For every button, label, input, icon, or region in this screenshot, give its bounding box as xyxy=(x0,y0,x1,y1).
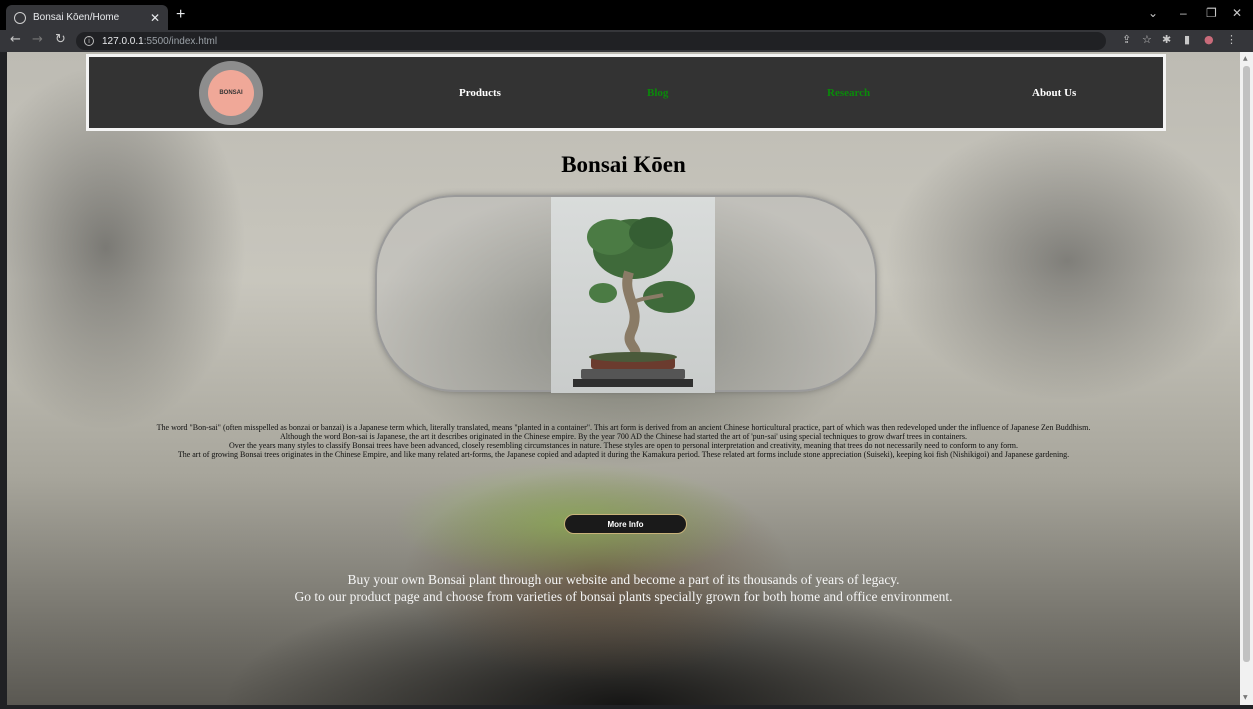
nav-link-about-us[interactable]: About Us xyxy=(1032,87,1076,99)
page-scrollbar[interactable]: ▲ ▼ xyxy=(1240,52,1253,705)
bonsai-photo xyxy=(551,197,715,393)
new-tab-icon[interactable]: + xyxy=(176,6,185,24)
side-panel-icon[interactable]: ▮ xyxy=(1184,33,1190,46)
bonsai-tree-illustration xyxy=(573,217,695,387)
intro-paragraph: Over the years many styles to classify B… xyxy=(228,441,1019,450)
logo-text: BONSAI xyxy=(208,70,254,116)
cta-line: Buy your own Bonsai plant through our we… xyxy=(347,572,900,587)
site-info-icon[interactable]: i xyxy=(84,36,94,46)
restore-icon[interactable]: ❐ xyxy=(1206,6,1217,20)
window-close-icon[interactable]: ✕ xyxy=(1232,6,1242,20)
back-icon[interactable]: ← xyxy=(10,32,21,47)
scrollbar-thumb[interactable] xyxy=(1243,66,1250,662)
site-logo[interactable]: BONSAI xyxy=(199,61,263,125)
tab-close-icon[interactable]: ✕ xyxy=(150,11,160,25)
scroll-up-icon[interactable]: ▲ xyxy=(1243,55,1248,62)
minimize-icon[interactable]: – xyxy=(1180,6,1187,20)
share-icon[interactable]: ⇪ xyxy=(1122,33,1131,46)
site-nav: BONSAI Products Blog Research About Us xyxy=(86,54,1166,131)
scroll-down-icon[interactable]: ▼ xyxy=(1243,694,1248,701)
menu-icon[interactable]: ⋮ xyxy=(1226,33,1237,46)
profile-avatar-icon[interactable]: ● xyxy=(1204,33,1214,46)
address-url: 127.0.0.1:5500/index.html xyxy=(102,35,218,47)
browser-tab[interactable]: Bonsai Kōen/Home ✕ xyxy=(6,5,168,30)
page-title: Bonsai Kōen xyxy=(561,152,686,177)
nav-link-research[interactable]: Research xyxy=(827,87,870,99)
reload-icon[interactable]: ↻ xyxy=(55,32,66,47)
intro-paragraph: Although the word Bon-sai is Japanese, t… xyxy=(280,432,967,441)
browser-toolbar: ← → ↻ i 127.0.0.1:5500/index.html ⇪ ☆ ✱ … xyxy=(0,30,1253,52)
extensions-icon[interactable]: ✱ xyxy=(1162,33,1171,46)
forward-icon[interactable]: → xyxy=(32,32,43,47)
intro-paragraph: The word "Bon-sai" (often misspelled as … xyxy=(156,423,1091,432)
nav-link-blog[interactable]: Blog xyxy=(647,87,668,99)
call-to-action: Buy your own Bonsai plant through our we… xyxy=(7,571,1240,605)
intro-text: The word "Bon-sai" (often misspelled as … xyxy=(27,423,1220,459)
globe-icon xyxy=(14,11,26,24)
page-viewport: BONSAI Products Blog Research About Us B… xyxy=(7,52,1240,705)
cta-line: Go to our product page and choose from v… xyxy=(294,589,953,604)
browser-tab-bar: Bonsai Kōen/Home ✕ + ⌄ – ❐ ✕ xyxy=(0,0,1253,30)
address-bar[interactable]: i 127.0.0.1:5500/index.html xyxy=(76,32,1106,50)
tab-search-icon[interactable]: ⌄ xyxy=(1148,6,1158,20)
intro-paragraph: The art of growing Bonsai trees originat… xyxy=(177,450,1070,459)
tab-title: Bonsai Kōen/Home xyxy=(33,12,120,23)
nav-link-products[interactable]: Products xyxy=(459,87,501,99)
bookmark-star-icon[interactable]: ☆ xyxy=(1142,33,1152,46)
more-info-button[interactable]: More Info xyxy=(564,514,687,534)
